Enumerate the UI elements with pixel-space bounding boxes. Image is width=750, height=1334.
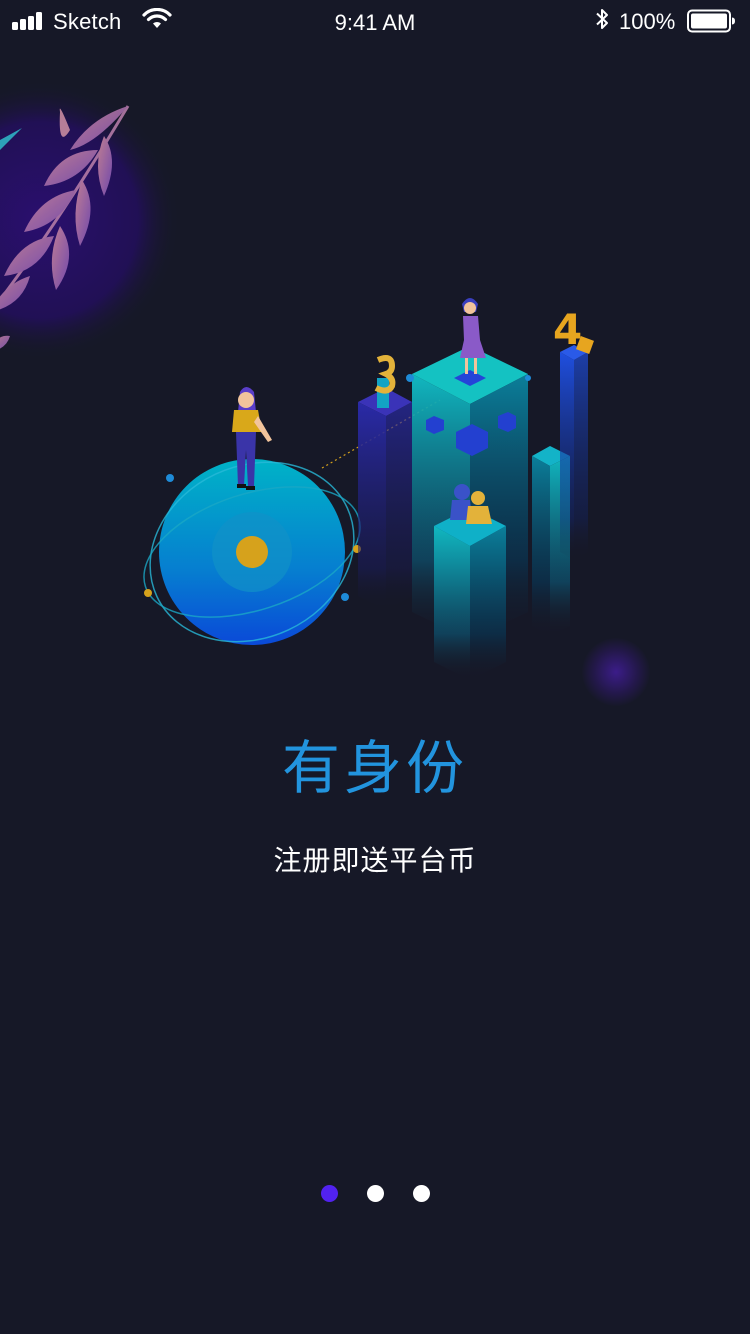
page-dot-2[interactable]: [367, 1185, 384, 1202]
page-indicator: [0, 1185, 750, 1203]
battery-percent: 100%: [619, 9, 676, 34]
glow-orb: [582, 638, 650, 706]
page-dot-3[interactable]: [413, 1185, 430, 1202]
onboarding-illustration: 4: [0, 80, 594, 680]
onboarding-subtitle: 注册即送平台币: [273, 844, 477, 877]
onboarding-title: 有身份: [281, 734, 468, 802]
status-bar: Sketch 9:41 AM 100%: [0, 0, 750, 42]
onboarding-screen: Sketch 9:41 AM 100% 4 有身份 注册即送平台币: [0, 0, 750, 1334]
bluetooth-icon: [596, 9, 608, 29]
battery-icon: [687, 9, 735, 33]
page-dot-1[interactable]: [321, 1185, 338, 1202]
